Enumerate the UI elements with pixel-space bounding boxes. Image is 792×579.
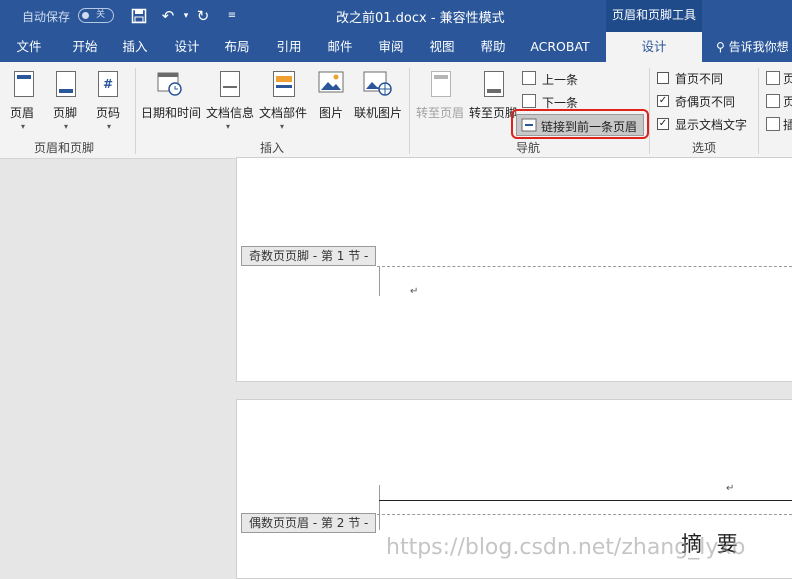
tab-references[interactable]: 引用 <box>268 32 310 62</box>
header-rule <box>379 500 792 501</box>
header-boundary <box>377 514 792 515</box>
show-text-label: 显示文档文字 <box>675 118 748 132</box>
paragraph-mark: ↵ <box>410 286 419 297</box>
page-number-icon: # <box>98 71 118 97</box>
tab-file[interactable]: 文件 <box>8 32 50 62</box>
odd-even-label: 奇偶页不同 <box>675 95 736 109</box>
search-icon: ⚲ <box>716 40 729 54</box>
online-picture-label: 联机图片 <box>354 106 403 120</box>
autosave-state: 关 <box>96 10 106 20</box>
tab-mailings[interactable]: 邮件 <box>319 32 361 62</box>
page-number-label: 页码 <box>96 106 121 120</box>
doc-info-icon <box>220 71 240 97</box>
group-label-header-footer: 页眉和页脚 <box>34 141 95 155</box>
header-position-label: 页 <box>783 72 792 86</box>
goto-header-label: 转至页眉 <box>416 106 465 120</box>
different-first-label: 首页不同 <box>675 72 724 86</box>
tab-home[interactable]: 开始 <box>64 32 106 62</box>
page-odd[interactable]: ↵ <box>236 157 792 382</box>
odd-even-checkbox[interactable]: ✓ <box>657 95 669 107</box>
tab-layout[interactable]: 布局 <box>216 32 258 62</box>
group-divider <box>758 68 759 154</box>
save-icon[interactable] <box>129 6 149 26</box>
group-divider <box>409 68 410 154</box>
ribbon-tab-bar: 文件 开始 插入 设计 布局 引用 邮件 审阅 视图 帮助 ACROBAT 设计… <box>0 32 792 62</box>
footer-boundary <box>377 266 792 267</box>
insert-tab-label: 插 <box>783 118 792 132</box>
tab-header-footer-design[interactable]: 设计 <box>606 32 702 62</box>
tab-acrobat[interactable]: ACROBAT <box>526 32 594 62</box>
header-label: 页眉 <box>10 106 35 120</box>
goto-header-icon <box>431 71 451 97</box>
customize-toolbar-icon[interactable]: ≡ <box>222 6 242 26</box>
toggle-knob <box>82 12 89 19</box>
header-icon <box>14 71 34 97</box>
tab-help[interactable]: 帮助 <box>472 32 514 62</box>
margin-marker <box>379 485 380 530</box>
footer-position-icon[interactable] <box>766 94 780 108</box>
show-text-checkbox[interactable]: ✓ <box>657 118 669 130</box>
undo-icon[interactable]: ↶ <box>158 6 178 26</box>
odd-footer-label: 奇数页页脚 - 第 1 节 - <box>241 246 377 266</box>
doc-info-label: 文档信息 <box>206 106 255 120</box>
online-picture-icon <box>363 71 392 96</box>
group-label-navigation: 导航 <box>516 141 541 155</box>
autosave-toggle[interactable]: 关 <box>78 8 114 23</box>
chevron-down-icon: ▾ <box>64 122 69 131</box>
tell-me-search[interactable]: ⚲ 告诉我你想 <box>716 32 789 62</box>
tell-me-text: 告诉我你想 <box>728 40 789 54</box>
autosave-label: 自动保存 <box>22 10 71 24</box>
highlight-annotation <box>511 109 649 139</box>
context-tool-title: 页眉和页脚工具 <box>606 0 702 32</box>
header-position-icon[interactable] <box>766 71 780 85</box>
goto-footer-icon <box>484 71 504 97</box>
footer-position-label: 页 <box>783 95 792 109</box>
chevron-down-icon: ▾ <box>107 122 112 131</box>
doc-parts-icon <box>273 71 295 97</box>
watermark-text: https://blog.csdn.net/zhang_lyxb <box>386 535 746 560</box>
calendar-clock-icon <box>157 72 182 96</box>
picture-label: 图片 <box>319 106 344 120</box>
goto-footer-label: 转至页脚 <box>469 106 518 120</box>
tab-view[interactable]: 视图 <box>421 32 463 62</box>
chevron-down-icon: ▾ <box>280 122 285 131</box>
previous-icon <box>522 71 536 85</box>
next-icon <box>522 94 536 108</box>
even-header-label: 偶数页页眉 - 第 2 节 - <box>241 513 377 533</box>
ribbon: 页眉 ▾ 页脚 ▾ # 页码 ▾ 页眉和页脚 日期和时间 文档信息 ▾ 文档部件… <box>0 62 792 159</box>
group-divider <box>135 68 136 154</box>
insert-tab-icon[interactable] <box>766 117 780 131</box>
group-label-options: 选项 <box>692 141 717 155</box>
paragraph-mark: ↵ <box>726 483 735 494</box>
group-label-insert: 插入 <box>260 141 285 155</box>
footer-label: 页脚 <box>53 106 78 120</box>
footer-icon <box>56 71 76 97</box>
chevron-down-icon: ▾ <box>21 122 26 131</box>
different-first-checkbox[interactable] <box>657 72 669 84</box>
picture-icon <box>318 71 344 93</box>
document-title: 改之前01.docx - 兼容性模式 <box>336 11 505 26</box>
tab-insert[interactable]: 插入 <box>114 32 156 62</box>
group-divider <box>649 68 650 154</box>
chevron-down-icon: ▾ <box>226 122 231 131</box>
redo-icon[interactable]: ↻ <box>193 6 213 26</box>
tab-design[interactable]: 设计 <box>166 32 208 62</box>
previous-label: 上一条 <box>542 73 579 87</box>
tab-review[interactable]: 审阅 <box>370 32 412 62</box>
date-time-label: 日期和时间 <box>141 106 202 120</box>
title-bar: 自动保存 关 ↶ ▾ ↻ ≡ 改之前01.docx - 兼容性模式 页眉和页脚工… <box>0 0 792 32</box>
margin-marker <box>379 266 380 296</box>
doc-parts-label: 文档部件 <box>259 106 308 120</box>
